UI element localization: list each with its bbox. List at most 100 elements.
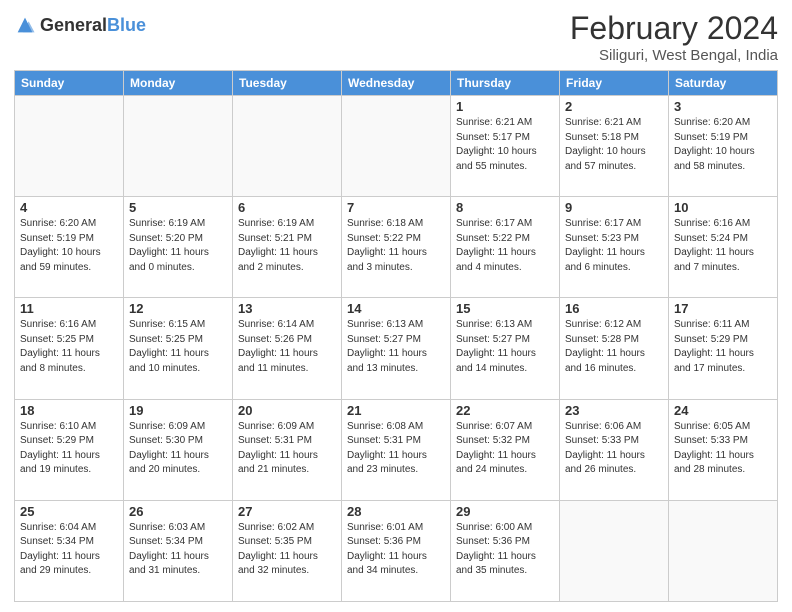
day-number: 4 xyxy=(20,200,118,215)
day-info: Sunrise: 6:01 AM Sunset: 5:36 PM Dayligh… xyxy=(347,521,445,579)
day-cell: 17 Sunrise: 6:11 AM Sunset: 5:29 PM Dayli… xyxy=(669,298,778,399)
week-row-4: 25 Sunrise: 6:04 AM Sunset: 5:34 PM Dayli… xyxy=(15,500,778,601)
day-number: 16 xyxy=(565,301,663,316)
week-row-3: 18 Sunrise: 6:10 AM Sunset: 5:29 PM Dayli… xyxy=(15,399,778,500)
day-info: Sunrise: 6:06 AM Sunset: 5:33 PM Dayligh… xyxy=(565,420,663,478)
day-number: 12 xyxy=(129,301,227,316)
day-number: 11 xyxy=(20,301,118,316)
day-number: 8 xyxy=(456,200,554,215)
day-number: 7 xyxy=(347,200,445,215)
day-info: Sunrise: 6:10 AM Sunset: 5:29 PM Dayligh… xyxy=(20,420,118,478)
page: General Blue February 2024 Siliguri, Wes… xyxy=(0,0,792,612)
weekday-saturday: Saturday xyxy=(669,71,778,96)
day-number: 28 xyxy=(347,504,445,519)
day-info: Sunrise: 6:19 AM Sunset: 5:21 PM Dayligh… xyxy=(238,217,336,275)
day-number: 27 xyxy=(238,504,336,519)
day-cell: 10Sunrise: 6:16 AM Sunset: 5:24 PM Dayli… xyxy=(669,197,778,298)
day-cell xyxy=(560,500,669,601)
logo-icon xyxy=(14,14,36,36)
day-info: Sunrise: 6:21 AM Sunset: 5:18 PM Dayligh… xyxy=(565,116,663,174)
day-info: Sunrise: 6:15 AM Sunset: 5:25 PM Dayligh… xyxy=(129,318,227,376)
weekday-thursday: Thursday xyxy=(451,71,560,96)
day-cell xyxy=(124,96,233,197)
day-info: Sunrise: 6:07 AM Sunset: 5:32 PM Dayligh… xyxy=(456,420,554,478)
day-info: Sunrise: 6:00 AM Sunset: 5:36 PM Dayligh… xyxy=(456,521,554,579)
day-cell: 11 Sunrise: 6:16 AM Sunset: 5:25 PM Dayli… xyxy=(15,298,124,399)
day-number: 29 xyxy=(456,504,554,519)
day-info: Sunrise: 6:18 AM Sunset: 5:22 PM Dayligh… xyxy=(347,217,445,275)
day-number: 23 xyxy=(565,403,663,418)
day-cell: 22 Sunrise: 6:07 AM Sunset: 5:32 PM Dayli… xyxy=(451,399,560,500)
calendar-subtitle: Siliguri, West Bengal, India xyxy=(570,47,778,64)
week-row-1: 4 Sunrise: 6:20 AM Sunset: 5:19 PM Daylig… xyxy=(15,197,778,298)
day-cell: 20Sunrise: 6:09 AM Sunset: 5:31 PM Dayli… xyxy=(233,399,342,500)
weekday-sunday: Sunday xyxy=(15,71,124,96)
day-info: Sunrise: 6:20 AM Sunset: 5:19 PM Dayligh… xyxy=(674,116,772,174)
day-number: 13 xyxy=(238,301,336,316)
day-number: 2 xyxy=(565,99,663,114)
day-cell: 23 Sunrise: 6:06 AM Sunset: 5:33 PM Dayli… xyxy=(560,399,669,500)
day-info: Sunrise: 6:02 AM Sunset: 5:35 PM Dayligh… xyxy=(238,521,336,579)
day-cell xyxy=(669,500,778,601)
day-info: Sunrise: 6:03 AM Sunset: 5:34 PM Dayligh… xyxy=(129,521,227,579)
day-cell: 13Sunrise: 6:14 AM Sunset: 5:26 PM Dayli… xyxy=(233,298,342,399)
day-number: 19 xyxy=(129,403,227,418)
day-number: 25 xyxy=(20,504,118,519)
logo-blue: Blue xyxy=(107,16,146,34)
day-info: Sunrise: 6:16 AM Sunset: 5:25 PM Dayligh… xyxy=(20,318,118,376)
day-cell: 14Sunrise: 6:13 AM Sunset: 5:27 PM Dayli… xyxy=(342,298,451,399)
day-cell: 5 Sunrise: 6:19 AM Sunset: 5:20 PM Daylig… xyxy=(124,197,233,298)
day-info: Sunrise: 6:11 AM Sunset: 5:29 PM Dayligh… xyxy=(674,318,772,376)
week-row-0: 1 Sunrise: 6:21 AM Sunset: 5:17 PM Daylig… xyxy=(15,96,778,197)
day-number: 17 xyxy=(674,301,772,316)
day-info: Sunrise: 6:09 AM Sunset: 5:30 PM Dayligh… xyxy=(129,420,227,478)
day-cell: 1 Sunrise: 6:21 AM Sunset: 5:17 PM Daylig… xyxy=(451,96,560,197)
logo-text: General Blue xyxy=(40,16,146,34)
day-cell: 29 Sunrise: 6:00 AM Sunset: 5:36 PM Dayli… xyxy=(451,500,560,601)
day-number: 6 xyxy=(238,200,336,215)
title-block: February 2024 Siliguri, West Bengal, Ind… xyxy=(570,10,778,64)
day-number: 5 xyxy=(129,200,227,215)
weekday-monday: Monday xyxy=(124,71,233,96)
day-info: Sunrise: 6:05 AM Sunset: 5:33 PM Dayligh… xyxy=(674,420,772,478)
day-info: Sunrise: 6:12 AM Sunset: 5:28 PM Dayligh… xyxy=(565,318,663,376)
day-number: 24 xyxy=(674,403,772,418)
day-cell: 19 Sunrise: 6:09 AM Sunset: 5:30 PM Dayli… xyxy=(124,399,233,500)
day-cell: 24 Sunrise: 6:05 AM Sunset: 5:33 PM Dayli… xyxy=(669,399,778,500)
day-cell: 16 Sunrise: 6:12 AM Sunset: 5:28 PM Dayli… xyxy=(560,298,669,399)
day-number: 18 xyxy=(20,403,118,418)
weekday-tuesday: Tuesday xyxy=(233,71,342,96)
day-cell: 21 Sunrise: 6:08 AM Sunset: 5:31 PM Dayli… xyxy=(342,399,451,500)
day-cell: 25 Sunrise: 6:04 AM Sunset: 5:34 PM Dayli… xyxy=(15,500,124,601)
day-info: Sunrise: 6:16 AM Sunset: 5:24 PM Dayligh… xyxy=(674,217,772,275)
header: General Blue February 2024 Siliguri, Wes… xyxy=(14,10,778,64)
day-cell: 4 Sunrise: 6:20 AM Sunset: 5:19 PM Daylig… xyxy=(15,197,124,298)
day-info: Sunrise: 6:20 AM Sunset: 5:19 PM Dayligh… xyxy=(20,217,118,275)
day-info: Sunrise: 6:08 AM Sunset: 5:31 PM Dayligh… xyxy=(347,420,445,478)
day-number: 9 xyxy=(565,200,663,215)
day-info: Sunrise: 6:13 AM Sunset: 5:27 PM Dayligh… xyxy=(456,318,554,376)
weekday-wednesday: Wednesday xyxy=(342,71,451,96)
day-cell: 15Sunrise: 6:13 AM Sunset: 5:27 PM Dayli… xyxy=(451,298,560,399)
day-cell: 6 Sunrise: 6:19 AM Sunset: 5:21 PM Daylig… xyxy=(233,197,342,298)
day-cell: 8 Sunrise: 6:17 AM Sunset: 5:22 PM Daylig… xyxy=(451,197,560,298)
day-cell xyxy=(342,96,451,197)
day-number: 20 xyxy=(238,403,336,418)
day-info: Sunrise: 6:13 AM Sunset: 5:27 PM Dayligh… xyxy=(347,318,445,376)
day-cell: 27 Sunrise: 6:02 AM Sunset: 5:35 PM Dayli… xyxy=(233,500,342,601)
logo: General Blue xyxy=(14,14,146,36)
day-cell: 18 Sunrise: 6:10 AM Sunset: 5:29 PM Dayli… xyxy=(15,399,124,500)
day-info: Sunrise: 6:17 AM Sunset: 5:22 PM Dayligh… xyxy=(456,217,554,275)
calendar-table: SundayMondayTuesdayWednesdayThursdayFrid… xyxy=(14,70,778,602)
day-cell: 2 Sunrise: 6:21 AM Sunset: 5:18 PM Daylig… xyxy=(560,96,669,197)
day-info: Sunrise: 6:21 AM Sunset: 5:17 PM Dayligh… xyxy=(456,116,554,174)
day-cell xyxy=(233,96,342,197)
day-number: 21 xyxy=(347,403,445,418)
day-number: 22 xyxy=(456,403,554,418)
day-info: Sunrise: 6:04 AM Sunset: 5:34 PM Dayligh… xyxy=(20,521,118,579)
day-info: Sunrise: 6:17 AM Sunset: 5:23 PM Dayligh… xyxy=(565,217,663,275)
day-cell: 12 Sunrise: 6:15 AM Sunset: 5:25 PM Dayli… xyxy=(124,298,233,399)
day-number: 26 xyxy=(129,504,227,519)
day-info: Sunrise: 6:19 AM Sunset: 5:20 PM Dayligh… xyxy=(129,217,227,275)
day-number: 1 xyxy=(456,99,554,114)
